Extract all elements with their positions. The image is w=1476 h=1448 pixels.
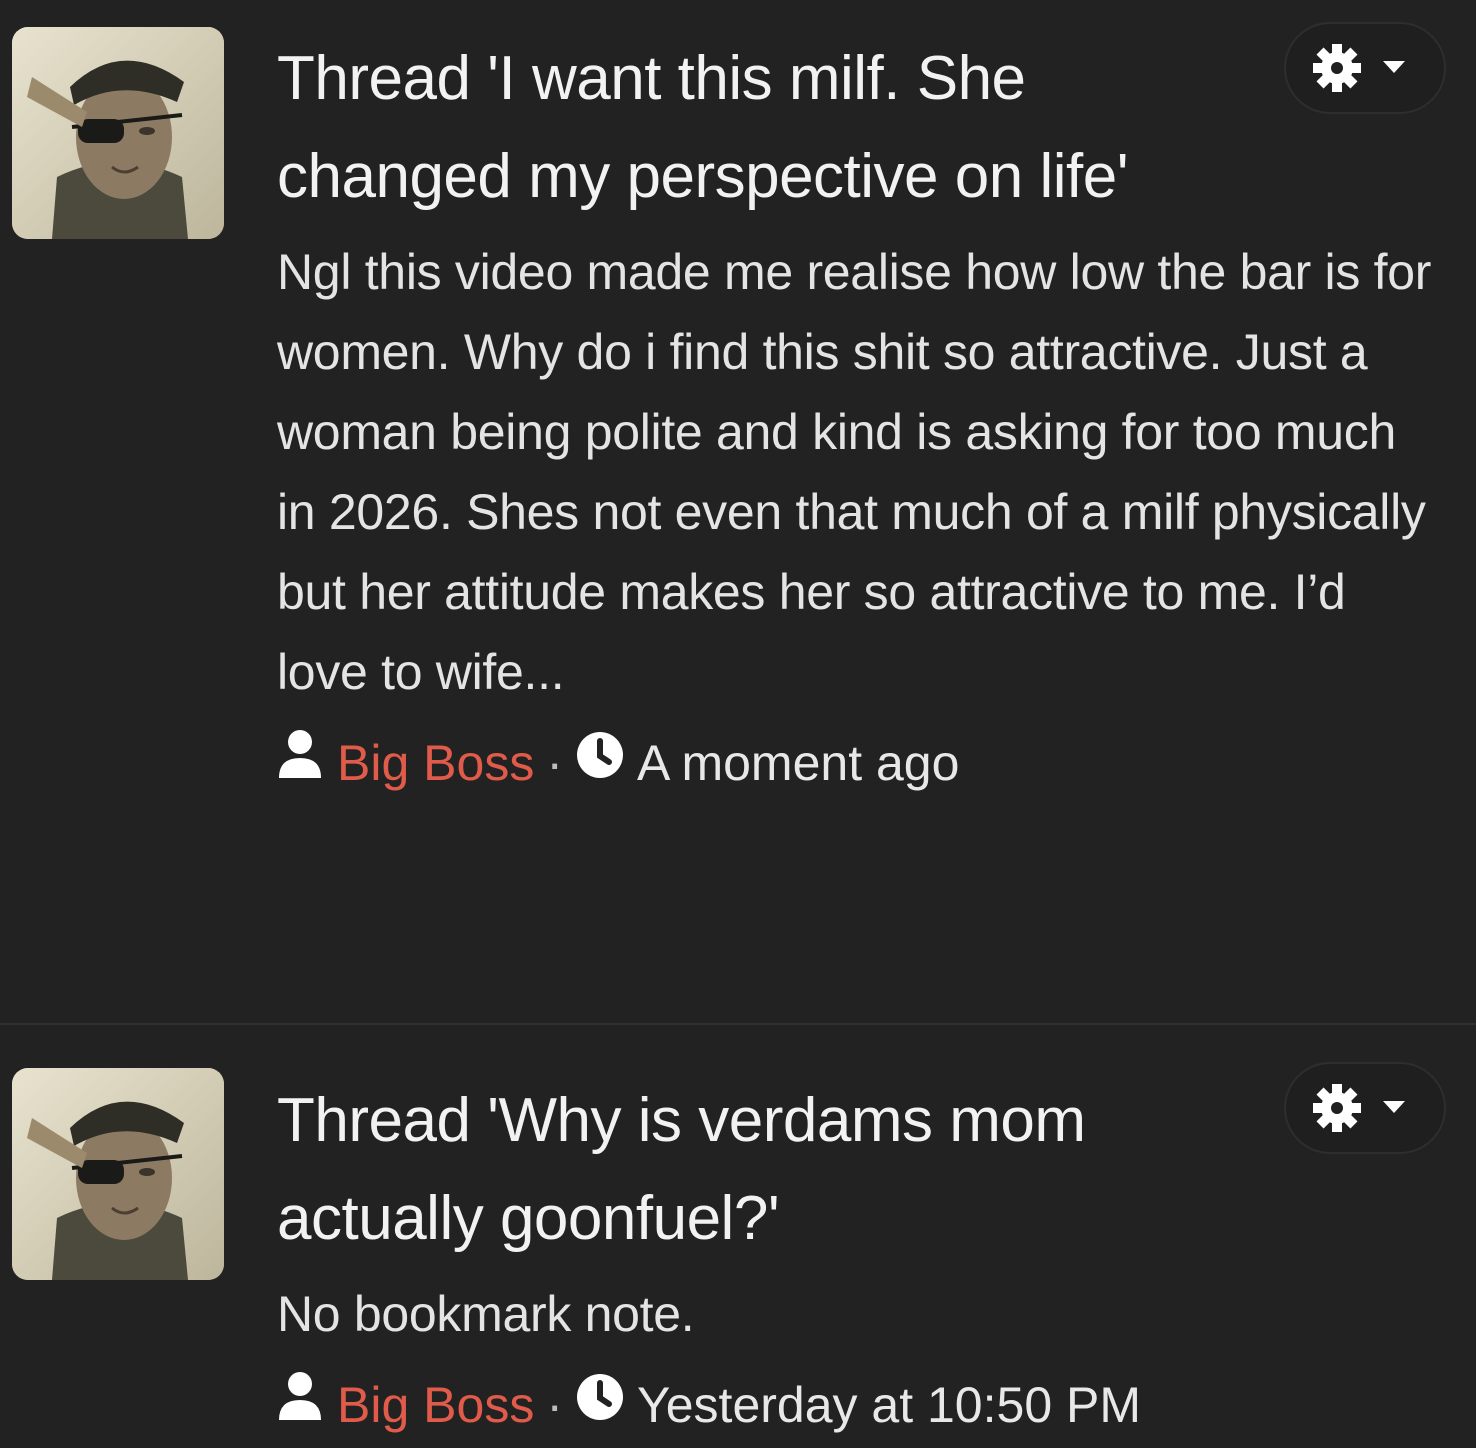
clock-icon	[575, 728, 625, 798]
divider	[0, 1023, 1476, 1025]
clock-icon	[575, 1370, 625, 1440]
username-link[interactable]: Big Boss	[337, 728, 534, 798]
avatar[interactable]	[12, 1068, 224, 1280]
avatar[interactable]	[12, 27, 224, 239]
bookmark-menu-button[interactable]	[1284, 22, 1446, 114]
bookmark-time[interactable]: A moment ago	[637, 728, 959, 798]
bookmark-time[interactable]: Yesterday at 10:50 PM	[637, 1370, 1141, 1440]
username-link[interactable]: Big Boss	[337, 1370, 534, 1440]
gear-icon	[1313, 43, 1417, 93]
meta-separator: ·	[546, 735, 563, 791]
bookmark-snippet: Ngl this video made me realise how low t…	[277, 244, 1432, 700]
meta-separator: ·	[546, 1377, 563, 1433]
avatar-image	[12, 1068, 224, 1280]
bookmark-menu-button[interactable]	[1284, 1062, 1446, 1154]
gear-icon	[1313, 1083, 1417, 1133]
bookmark-snippet: No bookmark note.	[277, 1286, 695, 1342]
bookmark-meta: Big Boss · Yesterday at 10:50 PM	[277, 1370, 1447, 1440]
bookmark-item: Thread 'I want this milf. She changed my…	[0, 0, 1476, 1024]
bookmark-meta: Big Boss · A moment ago	[277, 728, 1447, 798]
thread-title-link[interactable]: Thread 'Why is verdams mom actually goon…	[277, 1072, 1237, 1268]
thread-title-link[interactable]: Thread 'I want this milf. She changed my…	[277, 30, 1177, 226]
user-icon	[277, 1370, 323, 1440]
avatar-image	[12, 27, 224, 239]
bookmark-item: Thread 'Why is verdams mom actually goon…	[0, 1026, 1476, 1448]
user-icon	[277, 728, 323, 798]
